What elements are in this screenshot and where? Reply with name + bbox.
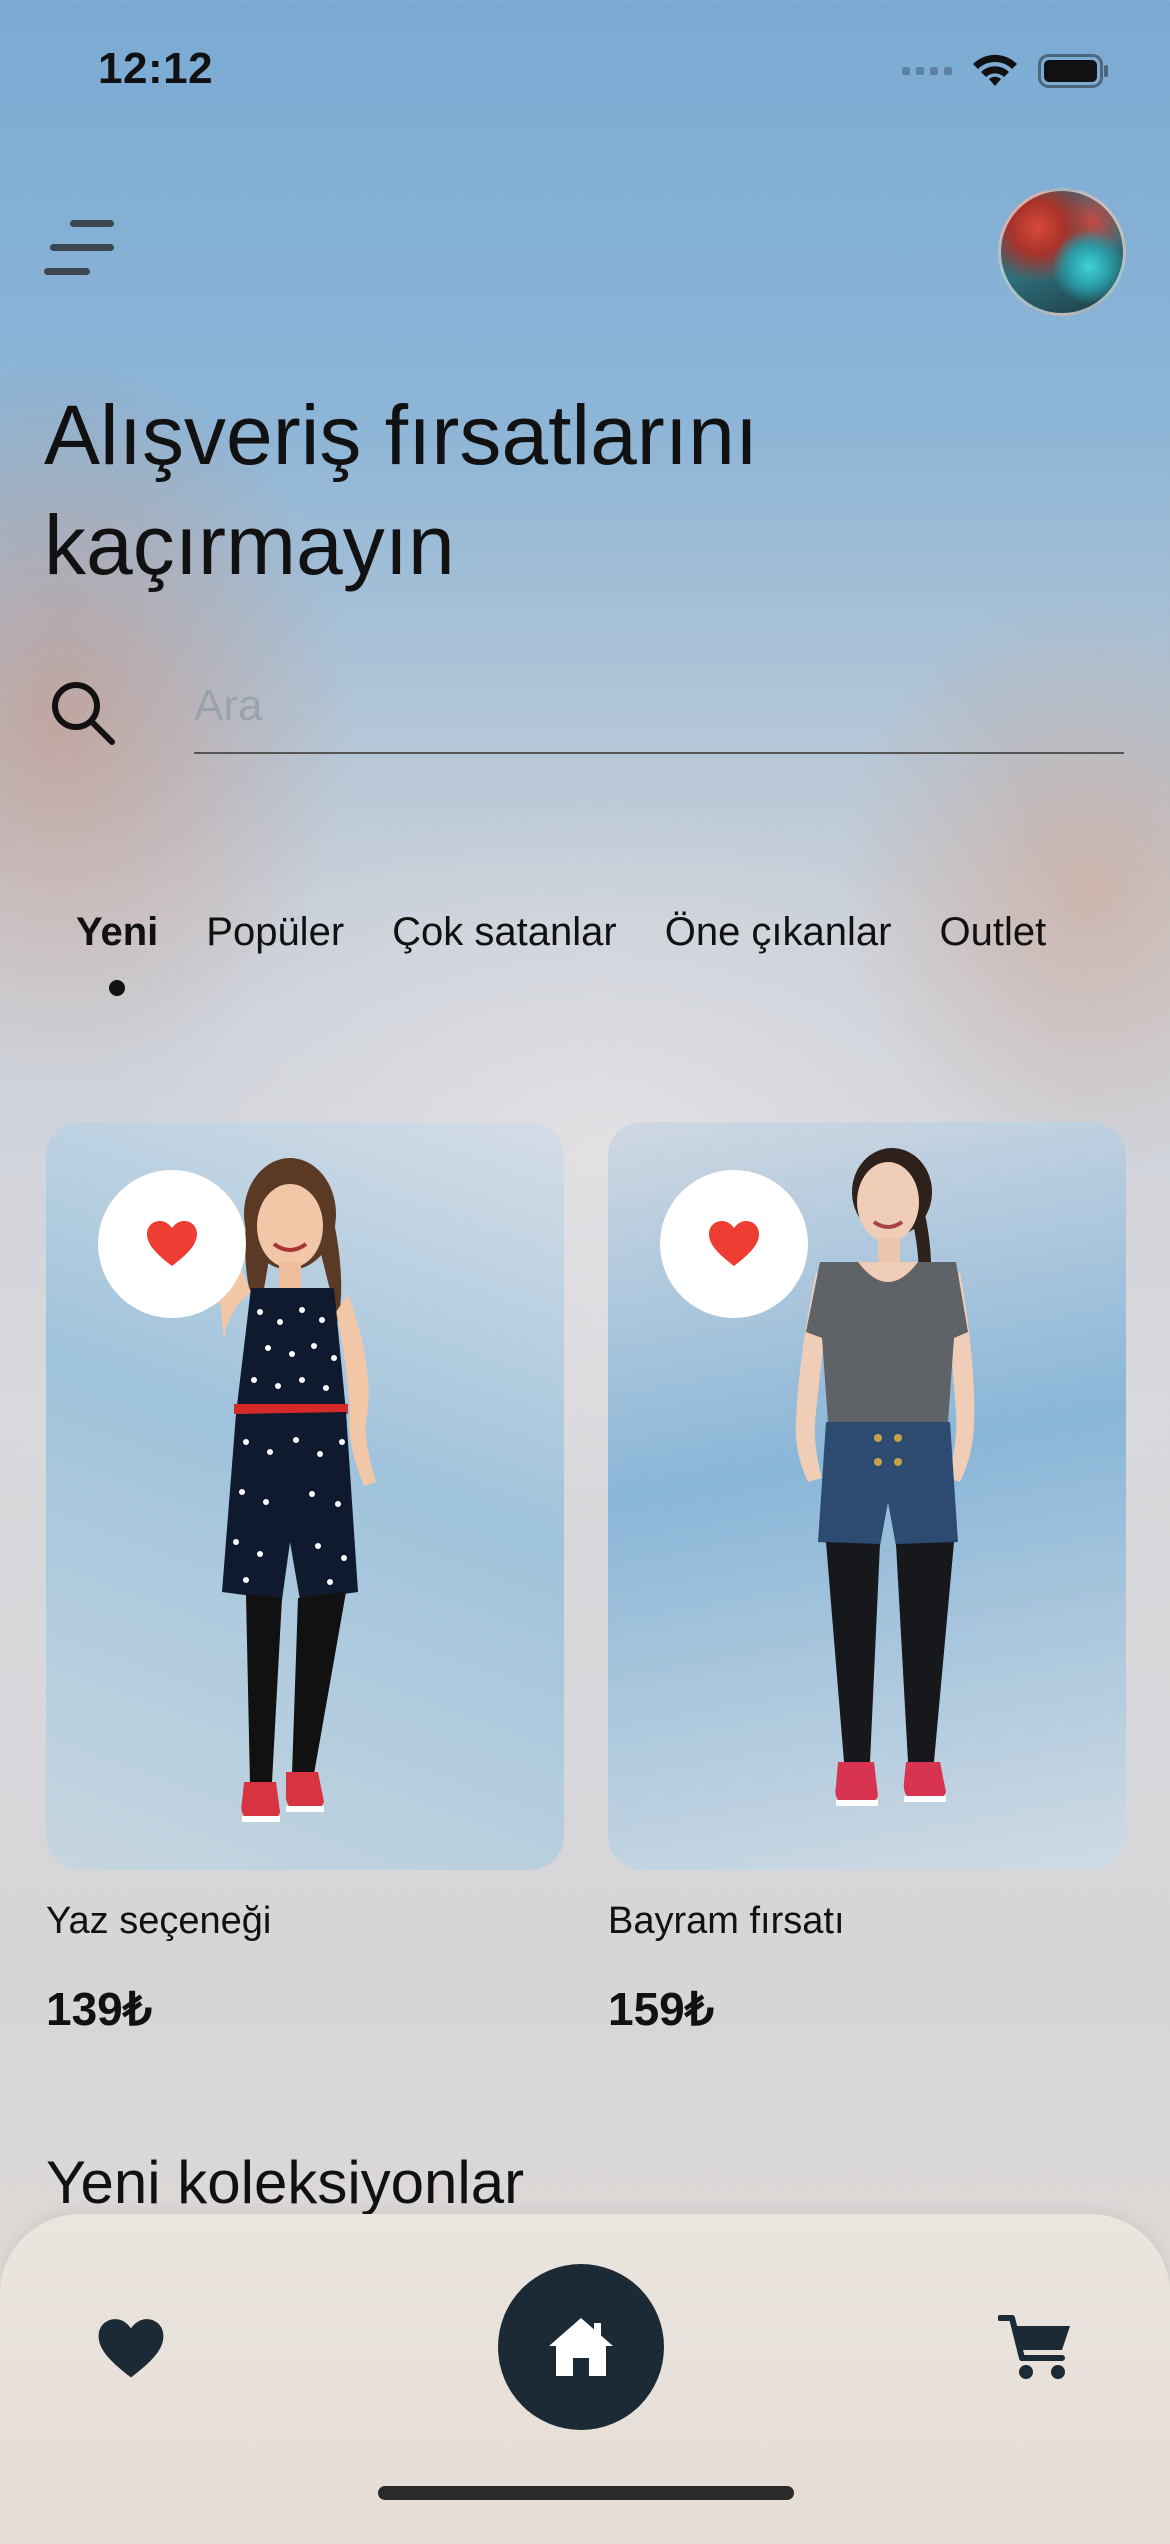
tab-outlet[interactable]: Outlet [939,910,1046,955]
tab-yeni[interactable]: Yeni [76,910,159,996]
active-tab-indicator [109,980,126,996]
page-title: Alışveriş fırsatlarını kaçırmayın [44,380,944,600]
tab-label: Outlet [939,910,1047,954]
heart-icon [147,1221,197,1266]
product-name: Yaz seçeneği [46,1900,272,1942]
tab-label: Popüler [206,910,345,954]
heart-icon[interactable] [96,2314,166,2384]
tab-label: Yeni [76,910,159,954]
menu-icon[interactable] [44,216,120,282]
tab-populer[interactable]: Popüler [206,910,344,955]
search-icon[interactable] [48,678,118,748]
signal-icon [902,67,952,75]
home-indicator [378,2486,794,2500]
search-input[interactable] [194,660,1124,754]
product-price: 139₺ [46,1983,153,2035]
cart-icon[interactable] [998,2312,1074,2384]
page-title-line1: Alışveriş fırsatlarını [44,388,759,482]
section-title: Yeni koleksiyonlar [46,2149,525,2216]
status-time: 12:12 [98,44,214,93]
home-icon [549,2318,613,2376]
product-price: 159₺ [608,1983,715,2035]
tab-label: Öne çıkanlar [664,910,892,954]
home-button[interactable] [498,2264,664,2430]
battery-icon [1038,54,1108,88]
product-name: Bayram fırsatı [608,1900,845,1942]
tab-label: Çok satanlar [392,910,617,954]
avatar[interactable] [998,188,1126,316]
heart-icon [709,1221,759,1266]
favorite-button[interactable] [98,1170,246,1318]
favorite-button[interactable] [660,1170,808,1318]
category-tabs: Yeni Popüler Çok satanlar Öne çıkanlar O… [76,910,1046,996]
page-title-line2: kaçırmayın [44,498,455,592]
tab-cok-satanlar[interactable]: Çok satanlar [392,910,617,955]
wifi-icon [973,54,1017,86]
status-icons [902,52,1110,90]
tab-one-cikanlar[interactable]: Öne çıkanlar [665,910,892,955]
